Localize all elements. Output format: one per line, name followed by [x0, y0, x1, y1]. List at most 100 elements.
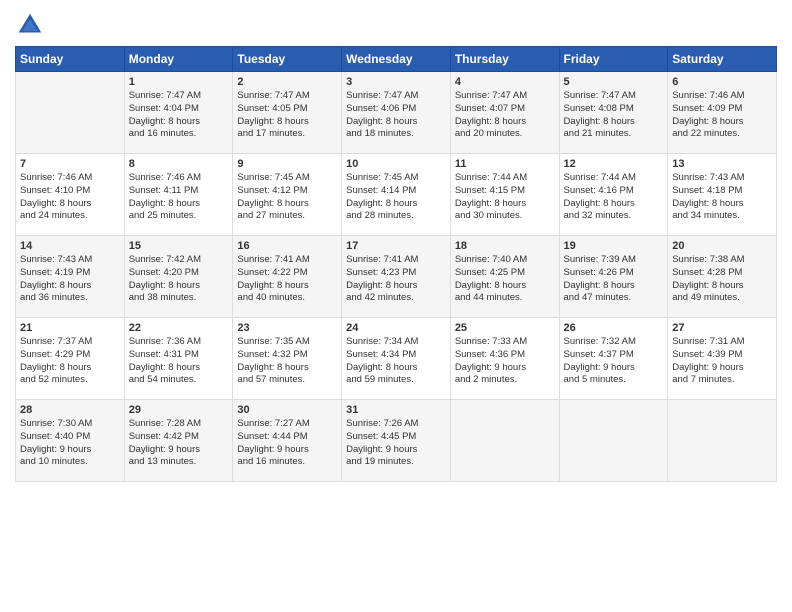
- cell-content: Sunrise: 7:31 AM Sunset: 4:39 PM Dayligh…: [672, 336, 772, 387]
- day-number: 27: [672, 322, 772, 334]
- cell-content: Sunrise: 7:40 AM Sunset: 4:25 PM Dayligh…: [455, 254, 555, 305]
- day-header-saturday: Saturday: [668, 47, 777, 72]
- day-number: 28: [20, 404, 120, 416]
- calendar-cell: 11 Sunrise: 7:44 AM Sunset: 4:15 PM Dayli…: [450, 154, 559, 236]
- calendar-cell: [559, 400, 668, 482]
- calendar-cell: 27 Sunrise: 7:31 AM Sunset: 4:39 PM Dayli…: [668, 318, 777, 400]
- calendar-cell: 22 Sunrise: 7:36 AM Sunset: 4:31 PM Dayli…: [124, 318, 233, 400]
- day-number: 26: [564, 322, 664, 334]
- day-number: 16: [237, 240, 337, 252]
- cell-content: Sunrise: 7:39 AM Sunset: 4:26 PM Dayligh…: [564, 254, 664, 305]
- calendar-cell: 18 Sunrise: 7:40 AM Sunset: 4:25 PM Dayli…: [450, 236, 559, 318]
- cell-content: Sunrise: 7:47 AM Sunset: 4:05 PM Dayligh…: [237, 90, 337, 141]
- cell-content: Sunrise: 7:26 AM Sunset: 4:45 PM Dayligh…: [346, 418, 446, 469]
- cell-content: Sunrise: 7:47 AM Sunset: 4:04 PM Dayligh…: [129, 90, 229, 141]
- calendar-cell: 19Sunrise: 7:39 AM Sunset: 4:26 PM Dayli…: [559, 236, 668, 318]
- calendar-cell: 7 Sunrise: 7:46 AM Sunset: 4:10 PM Daylig…: [16, 154, 125, 236]
- cell-content: Sunrise: 7:45 AM Sunset: 4:14 PM Dayligh…: [346, 172, 446, 223]
- cell-content: Sunrise: 7:28 AM Sunset: 4:42 PM Dayligh…: [129, 418, 229, 469]
- day-number: 7: [20, 158, 120, 170]
- day-number: 6: [672, 76, 772, 88]
- calendar-cell: 26Sunrise: 7:32 AM Sunset: 4:37 PM Dayli…: [559, 318, 668, 400]
- calendar-cell: 6Sunrise: 7:46 AM Sunset: 4:09 PM Daylig…: [668, 72, 777, 154]
- day-number: 13: [672, 158, 772, 170]
- calendar-week-row: 1 Sunrise: 7:47 AM Sunset: 4:04 PM Daylig…: [16, 72, 777, 154]
- cell-content: Sunrise: 7:41 AM Sunset: 4:23 PM Dayligh…: [346, 254, 446, 305]
- calendar-cell: [668, 400, 777, 482]
- day-number: 14: [20, 240, 120, 252]
- calendar-cell: 31 Sunrise: 7:26 AM Sunset: 4:45 PM Dayli…: [342, 400, 451, 482]
- cell-content: Sunrise: 7:46 AM Sunset: 4:11 PM Dayligh…: [129, 172, 229, 223]
- calendar-cell: 15Sunrise: 7:42 AM Sunset: 4:20 PM Dayli…: [124, 236, 233, 318]
- calendar-cell: 29 Sunrise: 7:28 AM Sunset: 4:42 PM Dayli…: [124, 400, 233, 482]
- calendar-cell: 9Sunrise: 7:45 AM Sunset: 4:12 PM Daylig…: [233, 154, 342, 236]
- cell-content: Sunrise: 7:44 AM Sunset: 4:15 PM Dayligh…: [455, 172, 555, 223]
- calendar-week-row: 14 Sunrise: 7:43 AM Sunset: 4:19 PM Dayli…: [16, 236, 777, 318]
- cell-content: Sunrise: 7:34 AM Sunset: 4:34 PM Dayligh…: [346, 336, 446, 387]
- cell-content: Sunrise: 7:43 AM Sunset: 4:19 PM Dayligh…: [20, 254, 120, 305]
- calendar-cell: 24Sunrise: 7:34 AM Sunset: 4:34 PM Dayli…: [342, 318, 451, 400]
- day-number: 22: [129, 322, 229, 334]
- cell-content: Sunrise: 7:30 AM Sunset: 4:40 PM Dayligh…: [20, 418, 120, 469]
- cell-content: Sunrise: 7:47 AM Sunset: 4:07 PM Dayligh…: [455, 90, 555, 141]
- calendar-cell: 25 Sunrise: 7:33 AM Sunset: 4:36 PM Dayli…: [450, 318, 559, 400]
- day-number: 3: [346, 76, 446, 88]
- calendar-cell: 8 Sunrise: 7:46 AM Sunset: 4:11 PM Daylig…: [124, 154, 233, 236]
- day-number: 31: [346, 404, 446, 416]
- day-number: 1: [129, 76, 229, 88]
- page-container: SundayMondayTuesdayWednesdayThursdayFrid…: [0, 0, 792, 487]
- calendar-cell: 28 Sunrise: 7:30 AM Sunset: 4:40 PM Dayli…: [16, 400, 125, 482]
- day-number: 10: [346, 158, 446, 170]
- day-header-wednesday: Wednesday: [342, 47, 451, 72]
- cell-content: Sunrise: 7:43 AM Sunset: 4:18 PM Dayligh…: [672, 172, 772, 223]
- calendar-cell: 12 Sunrise: 7:44 AM Sunset: 4:16 PM Dayli…: [559, 154, 668, 236]
- calendar-cell: 1 Sunrise: 7:47 AM Sunset: 4:04 PM Daylig…: [124, 72, 233, 154]
- cell-content: Sunrise: 7:38 AM Sunset: 4:28 PM Dayligh…: [672, 254, 772, 305]
- day-number: 18: [455, 240, 555, 252]
- calendar-cell: 20 Sunrise: 7:38 AM Sunset: 4:28 PM Dayli…: [668, 236, 777, 318]
- day-number: 11: [455, 158, 555, 170]
- calendar-week-row: 7 Sunrise: 7:46 AM Sunset: 4:10 PM Daylig…: [16, 154, 777, 236]
- header: [15, 10, 777, 40]
- calendar-cell: 5Sunrise: 7:47 AM Sunset: 4:08 PM Daylig…: [559, 72, 668, 154]
- day-number: 17: [346, 240, 446, 252]
- day-number: 29: [129, 404, 229, 416]
- cell-content: Sunrise: 7:44 AM Sunset: 4:16 PM Dayligh…: [564, 172, 664, 223]
- day-number: 25: [455, 322, 555, 334]
- cell-content: Sunrise: 7:46 AM Sunset: 4:10 PM Dayligh…: [20, 172, 120, 223]
- day-number: 20: [672, 240, 772, 252]
- day-number: 12: [564, 158, 664, 170]
- calendar-cell: 14 Sunrise: 7:43 AM Sunset: 4:19 PM Dayli…: [16, 236, 125, 318]
- day-header-sunday: Sunday: [16, 47, 125, 72]
- day-number: 4: [455, 76, 555, 88]
- cell-content: Sunrise: 7:37 AM Sunset: 4:29 PM Dayligh…: [20, 336, 120, 387]
- cell-content: Sunrise: 7:36 AM Sunset: 4:31 PM Dayligh…: [129, 336, 229, 387]
- calendar-cell: 16Sunrise: 7:41 AM Sunset: 4:22 PM Dayli…: [233, 236, 342, 318]
- calendar-cell: [16, 72, 125, 154]
- day-number: 23: [237, 322, 337, 334]
- calendar-cell: 3Sunrise: 7:47 AM Sunset: 4:06 PM Daylig…: [342, 72, 451, 154]
- day-header-monday: Monday: [124, 47, 233, 72]
- day-number: 2: [237, 76, 337, 88]
- calendar-cell: 23 Sunrise: 7:35 AM Sunset: 4:32 PM Dayli…: [233, 318, 342, 400]
- calendar-cell: 4 Sunrise: 7:47 AM Sunset: 4:07 PM Daylig…: [450, 72, 559, 154]
- calendar-cell: 30 Sunrise: 7:27 AM Sunset: 4:44 PM Dayli…: [233, 400, 342, 482]
- calendar-cell: 10 Sunrise: 7:45 AM Sunset: 4:14 PM Dayli…: [342, 154, 451, 236]
- cell-content: Sunrise: 7:35 AM Sunset: 4:32 PM Dayligh…: [237, 336, 337, 387]
- calendar-cell: 13 Sunrise: 7:43 AM Sunset: 4:18 PM Dayli…: [668, 154, 777, 236]
- calendar-cell: 2 Sunrise: 7:47 AM Sunset: 4:05 PM Daylig…: [233, 72, 342, 154]
- calendar-cell: [450, 400, 559, 482]
- day-header-tuesday: Tuesday: [233, 47, 342, 72]
- cell-content: Sunrise: 7:33 AM Sunset: 4:36 PM Dayligh…: [455, 336, 555, 387]
- logo: [15, 10, 49, 40]
- day-number: 30: [237, 404, 337, 416]
- calendar-cell: 17 Sunrise: 7:41 AM Sunset: 4:23 PM Dayli…: [342, 236, 451, 318]
- day-number: 21: [20, 322, 120, 334]
- calendar-table: SundayMondayTuesdayWednesdayThursdayFrid…: [15, 46, 777, 482]
- cell-content: Sunrise: 7:27 AM Sunset: 4:44 PM Dayligh…: [237, 418, 337, 469]
- calendar-week-row: 28 Sunrise: 7:30 AM Sunset: 4:40 PM Dayli…: [16, 400, 777, 482]
- day-number: 8: [129, 158, 229, 170]
- day-number: 5: [564, 76, 664, 88]
- day-number: 9: [237, 158, 337, 170]
- logo-icon: [15, 10, 45, 40]
